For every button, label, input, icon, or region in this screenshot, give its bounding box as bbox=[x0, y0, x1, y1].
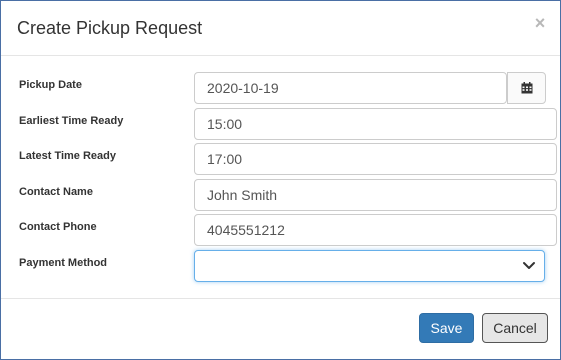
earliest-time-label: Earliest Time Ready bbox=[19, 115, 124, 127]
latest-time-label: Latest Time Ready bbox=[19, 150, 117, 162]
contact-phone-input[interactable]: 4045551212 bbox=[194, 214, 557, 246]
pickup-date-row: Pickup Date 2020-10-19 bbox=[1, 72, 560, 106]
contact-name-row: Contact Name John Smith bbox=[1, 179, 560, 213]
pickup-date-label: Pickup Date bbox=[19, 79, 82, 91]
cancel-button[interactable]: Cancel bbox=[482, 313, 548, 343]
save-button[interactable]: Save bbox=[419, 313, 474, 343]
payment-method-label: Payment Method bbox=[19, 257, 108, 269]
contact-name-input[interactable]: John Smith bbox=[194, 179, 557, 211]
pickup-date-input[interactable]: 2020-10-19 bbox=[194, 72, 507, 104]
calendar-icon bbox=[521, 82, 532, 94]
latest-time-input[interactable]: 17:00 bbox=[194, 143, 557, 175]
create-pickup-modal: Create Pickup Request × Pickup Date 2020… bbox=[0, 0, 561, 360]
payment-method-row: Payment Method bbox=[1, 250, 560, 284]
modal-title: Create Pickup Request bbox=[17, 18, 203, 38]
contact-phone-label: Contact Phone bbox=[19, 221, 97, 233]
close-icon[interactable]: × bbox=[532, 13, 548, 33]
modal-footer: Save Cancel bbox=[1, 298, 560, 360]
earliest-time-row: Earliest Time Ready 15:00 bbox=[1, 108, 560, 142]
earliest-time-input[interactable]: 15:00 bbox=[194, 108, 557, 140]
latest-time-row: Latest Time Ready 17:00 bbox=[1, 143, 560, 177]
contact-phone-row: Contact Phone 4045551212 bbox=[1, 214, 560, 248]
calendar-button[interactable] bbox=[507, 72, 546, 104]
chevron-down-icon bbox=[523, 262, 535, 269]
payment-method-select[interactable] bbox=[194, 250, 545, 282]
contact-name-label: Contact Name bbox=[19, 186, 93, 198]
modal-header: Create Pickup Request × bbox=[1, 1, 560, 56]
